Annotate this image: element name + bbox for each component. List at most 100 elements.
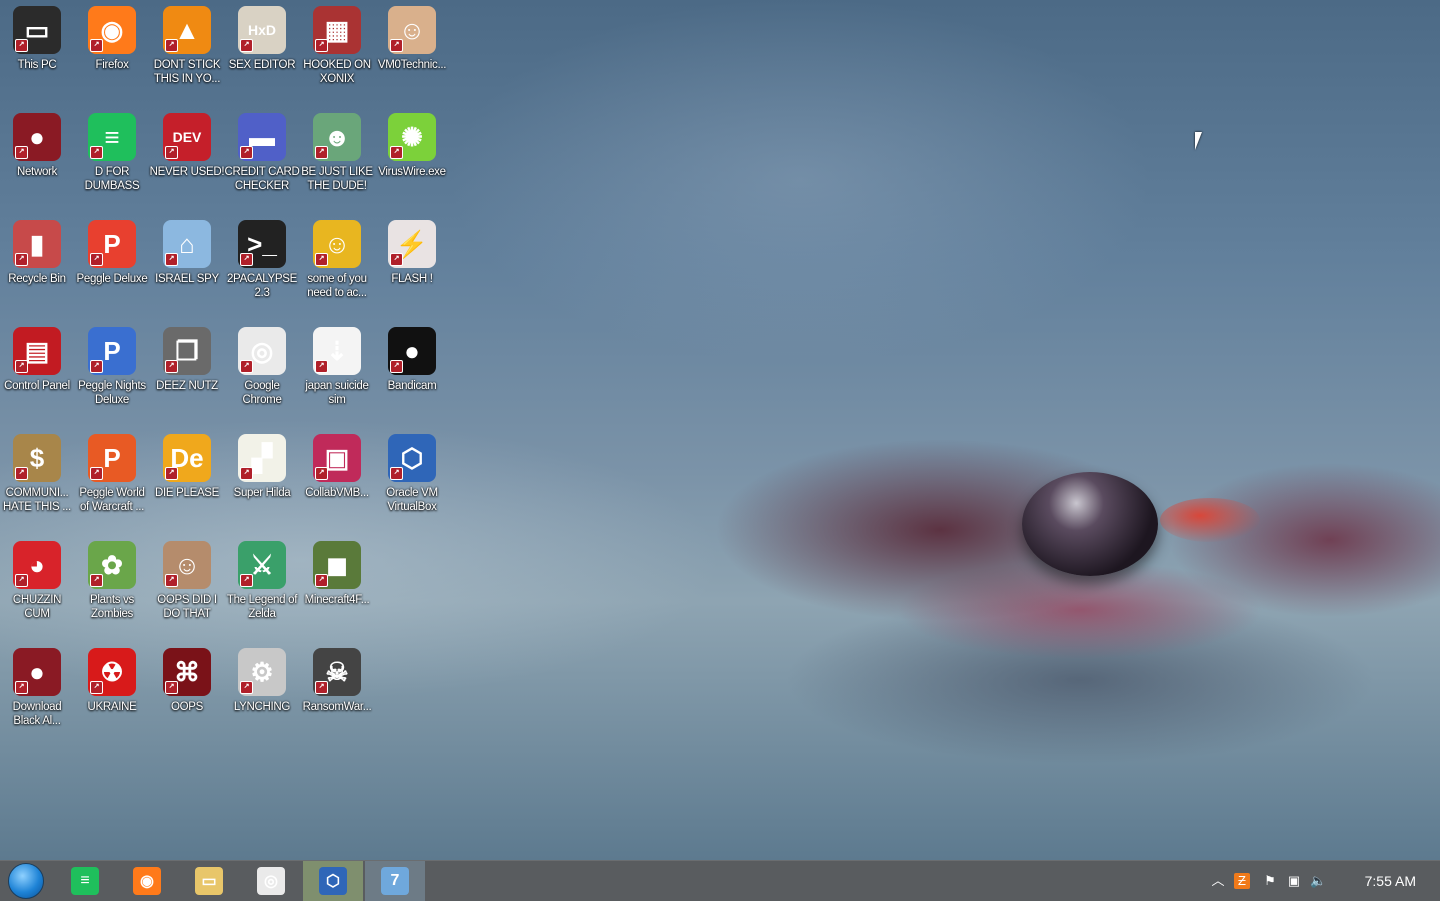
desktop-icon[interactable]: P ↗ Peggle World of Warcraft ... [75, 428, 149, 528]
desktop-icon[interactable]: $ ↗ COMMUNI... HATE THIS ... [0, 428, 74, 528]
shortcut-arrow-icon: ↗ [90, 146, 103, 159]
tray-app-icon[interactable]: Ƶ [1234, 873, 1250, 889]
dark-orb-icon: ● ↗ [13, 648, 61, 696]
desktop-icon[interactable]: ☠ ↗ RansomWar... [300, 642, 374, 742]
win7-flag-icon: 7 [381, 867, 409, 895]
shortcut-arrow-icon: ↗ [315, 467, 328, 480]
desktop-icon-label: DIE PLEASE [154, 487, 220, 499]
shortcut-arrow-icon: ↗ [315, 146, 328, 159]
desktop-icon[interactable]: ▭ ↗ This PC [0, 0, 74, 100]
desktop-icon[interactable]: ☻ ↗ BE JUST LIKE THE DUDE! [300, 107, 374, 207]
santa-dude-icon: ☻ ↗ [313, 113, 361, 161]
desktop-icon[interactable]: ▣ ↗ CollabVMB... [300, 428, 374, 528]
desktop-icon-label: Peggle World of Warcraft ... [79, 487, 145, 513]
desktop-icon[interactable]: ⚡ ↗ FLASH ! [375, 214, 449, 314]
zelda-link-icon: ⚔ ↗ [238, 541, 286, 589]
desktop-icon[interactable]: ◼ ↗ Minecraft4F... [300, 535, 374, 635]
desktop-icon[interactable]: >_ ↗ 2PACALYPSE 2.3 [225, 214, 299, 314]
desktop-icon[interactable]: ▲ ↗ DONT STICK THIS IN YO... [150, 0, 224, 100]
desktop-icon[interactable]: ◎ ↗ Google Chrome [225, 321, 299, 421]
desktop-icon-label: Download Black Al... [12, 701, 62, 727]
shortcut-arrow-icon: ↗ [240, 681, 253, 694]
taskbar-app-chat-app[interactable]: ≡ [55, 861, 115, 901]
gear-flag-icon: ⚙ ↗ [238, 648, 286, 696]
desktop-icon[interactable]: ◕ ↗ CHUZZIN CUM [0, 535, 74, 635]
desktop-icon[interactable]: ☺ ↗ OOPS DID I DO THAT [150, 535, 224, 635]
shortcut-arrow-icon: ↗ [90, 681, 103, 694]
flash-card-icon: ⚡ ↗ [388, 220, 436, 268]
taskbar-app-win7-app[interactable]: 7 [365, 861, 425, 901]
shortcut-arrow-icon: ↗ [90, 360, 103, 373]
desktop-icon[interactable]: HxD ↗ SEX EDITOR [225, 0, 299, 100]
desktop-icon[interactable]: DEV ↗ NEVER USED! [149, 107, 225, 207]
desktop-icon-label: Firefox [95, 59, 129, 71]
desktop-icon-label: DEEZ NUTZ [156, 380, 218, 392]
desktop-icon[interactable]: De ↗ DIE PLEASE [150, 428, 224, 528]
taskbar: ≡ ◉ ▭ ◎ ⬡ 7 ︿ Ƶ ⚑ ▣ 🔈 7:55 AM [0, 860, 1440, 901]
shortcut-arrow-icon: ↗ [240, 360, 253, 373]
desktop-icon[interactable]: ☺ ↗ VM0Technic... [375, 0, 449, 100]
action-center-flag-icon[interactable]: ⚑ [1262, 873, 1278, 889]
desktop-icon[interactable]: ☢ ↗ UKRAINE [75, 642, 149, 742]
desktop-icon[interactable]: ● ↗ Network [0, 107, 74, 207]
desktop-icon-label: This PC [17, 59, 57, 71]
tray-expand-icon[interactable]: ︿ [1210, 873, 1226, 889]
desktop-icon[interactable]: ❐ ↗ DEEZ NUTZ [150, 321, 224, 421]
desktop-icon-label: ISRAEL SPY [155, 273, 219, 285]
desktop-icon-label: The Legend of Zelda [226, 594, 298, 620]
desktop-icon[interactable]: ▦ ↗ HOOKED ON XONIX [300, 0, 374, 100]
desktop-icon-label: Network [16, 166, 58, 178]
desktop-icon[interactable]: ▮ ↗ Recycle Bin [0, 214, 74, 314]
desktop-icon[interactable]: ● ↗ Download Black Al... [0, 642, 74, 742]
taskbar-app-firefox[interactable]: ◉ [117, 861, 177, 901]
taskbar-clock[interactable]: 7:55 AM [1365, 873, 1416, 889]
desktop-icon[interactable]: ✿ ↗ Plants vs Zombies [75, 535, 149, 635]
chuzzle-icon: ◕ ↗ [13, 541, 61, 589]
desktop-icon[interactable]: ▬ ↗ CREDIT CARD CHECKER [224, 107, 300, 207]
taskbar-app-virtualbox[interactable]: ⬡ [303, 861, 363, 901]
shortcut-arrow-icon: ↗ [315, 360, 328, 373]
desktop-icon-label: Plants vs Zombies [90, 594, 134, 620]
firefox-icon: ◉ ↗ [88, 6, 136, 54]
desktop-icon[interactable]: ⌂ ↗ ISRAEL SPY [150, 214, 224, 314]
desktop-icon[interactable]: P ↗ Peggle Deluxe [75, 214, 149, 314]
desktop-icon-label: D FOR DUMBASS [84, 166, 140, 192]
desktop-icon-label: 2PACALYPSE 2.3 [226, 273, 298, 299]
desktop-icon[interactable]: ☺ ↗ some of you need to ac... [300, 214, 374, 314]
taskbar-app-file-explorer[interactable]: ▭ [179, 861, 239, 901]
desktop-icon-label: SEX EDITOR [228, 59, 296, 71]
xonix-game-icon: ▦ ↗ [313, 6, 361, 54]
desktop-icon[interactable]: ⌘ ↗ OOPS [150, 642, 224, 742]
desktop-icon[interactable]: ⬡ ↗ Oracle VM VirtualBox [375, 428, 449, 528]
terminal-icon: >_ ↗ [238, 220, 286, 268]
control-panel-icon: ▤ ↗ [13, 327, 61, 375]
taskbar-app-chrome[interactable]: ◎ [241, 861, 301, 901]
desktop-wallpaper[interactable]: ▭ ↗ This PC ◉ ↗ Firefox ▲ ↗ DONT STICK THIS IN Y… [0, 0, 1440, 860]
wallpaper-petal [1160, 498, 1260, 542]
desktop-icon-label: some of you need to ac... [307, 273, 367, 299]
japan-sim-icon: ⇣ ↗ [313, 327, 361, 375]
peggle-wow-icon: P ↗ [88, 434, 136, 482]
peggle-nights-icon: P ↗ [88, 327, 136, 375]
desktop-icon[interactable]: P ↗ Peggle Nights Deluxe [75, 321, 149, 421]
desktop-icon-label: FLASH ! [391, 273, 433, 285]
desktop-icon-label: CREDIT CARD CHECKER [224, 166, 300, 192]
shortcut-arrow-icon: ↗ [165, 253, 178, 266]
desktop-icon[interactable]: ⚙ ↗ LYNCHING [225, 642, 299, 742]
volume-icon[interactable]: 🔈 [1310, 873, 1326, 889]
desktop-icon[interactable]: ⚔ ↗ The Legend of Zelda [225, 535, 299, 635]
shortcut-arrow-icon: ↗ [15, 681, 28, 694]
desktop-icon-label: UKRAINE [87, 701, 137, 713]
desktop-icon[interactable]: ⇣ ↗ japan suicide sim [300, 321, 374, 421]
desktop-icon-label: NEVER USED! [149, 166, 225, 178]
desktop-icon[interactable]: ≡ ↗ D FOR DUMBASS [75, 107, 149, 207]
desktop-icon[interactable]: ✺ ↗ VirusWire.exe [375, 107, 449, 207]
desktop-icon[interactable]: ▤ ↗ Control Panel [0, 321, 74, 421]
start-button[interactable] [7, 863, 45, 899]
desktop-icon[interactable]: ▞ ↗ Super Hilda [225, 428, 299, 528]
this-pc-icon: ▭ ↗ [13, 6, 61, 54]
desktop-icon[interactable]: ◉ ↗ Firefox [75, 0, 149, 100]
network-icon[interactable]: ▣ [1286, 873, 1302, 889]
desktop-icon-label: Peggle Deluxe [76, 273, 148, 285]
desktop-icon[interactable]: ● ↗ Bandicam [375, 321, 449, 421]
